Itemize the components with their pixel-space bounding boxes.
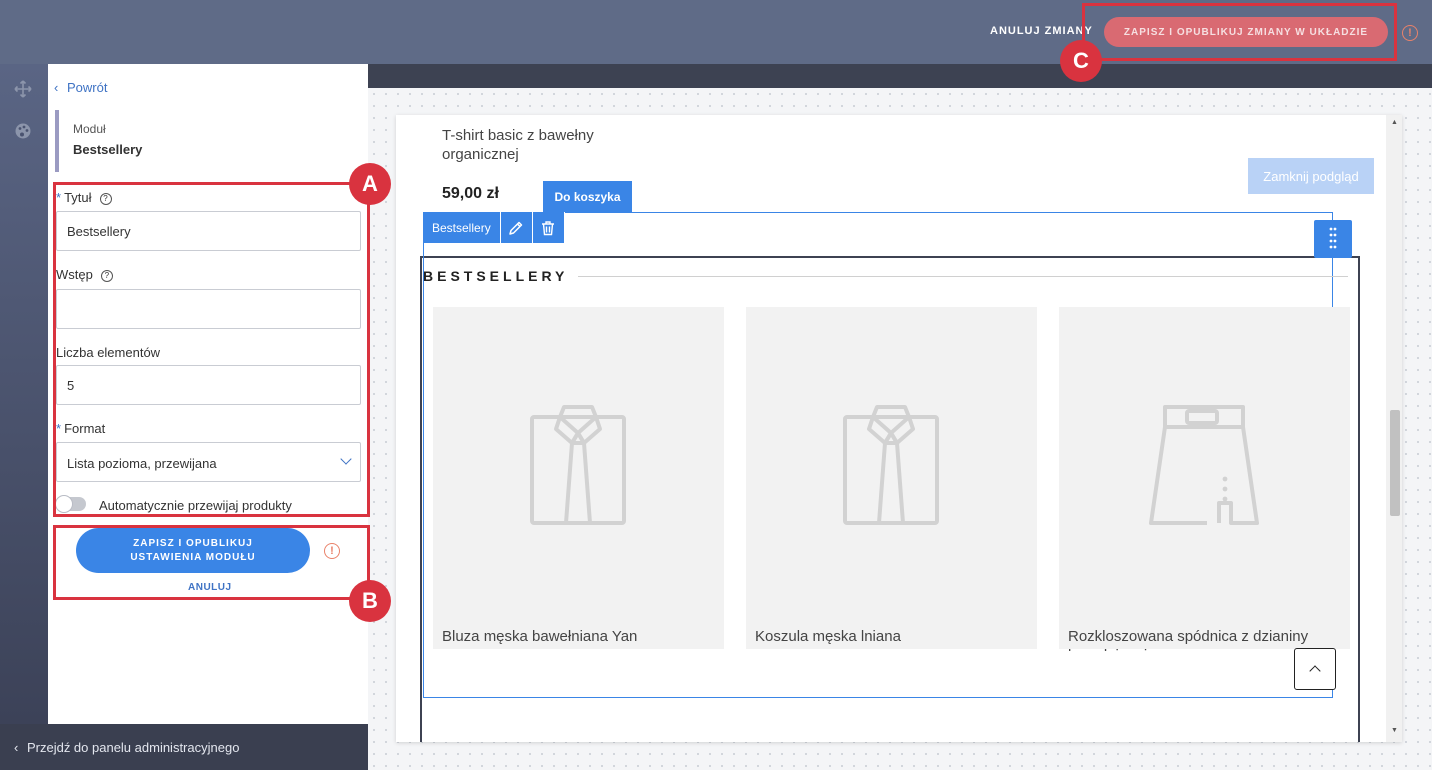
back-link-label: Powrót [66,80,108,95]
product-name[interactable]: Bluza męska bawełniana Yan [442,627,733,651]
callout-c-badge: C [1060,40,1102,82]
left-rail [0,64,48,724]
add-to-cart-button[interactable]: Do koszyka [543,181,632,212]
product-title: T-shirt basic z bawełny organicznej [442,127,594,163]
product-card[interactable] [746,307,1037,649]
move-icon[interactable] [14,80,32,98]
shirt-icon [530,405,626,525]
skirt-icon [1149,405,1259,525]
product-card[interactable] [1059,307,1350,649]
trash-icon[interactable] [532,212,565,243]
store-preview-page: T-shirt basic z bawełny organicznej 59,0… [396,115,1402,742]
close-preview-button[interactable]: Zamknij podgląd [1248,158,1374,194]
section-divider [578,276,1348,277]
scroll-up-button[interactable] [1294,648,1336,690]
product-price: 59,00 zł [442,185,499,202]
module-label: Moduł [73,122,106,136]
scroll-down-arrow-icon[interactable]: ▼ [1391,727,1398,734]
palette-icon[interactable] [14,122,32,140]
chevron-left-icon: ‹ [14,740,19,755]
module-toolbar: Bestsellery [423,212,565,243]
callout-a-badge: A [349,163,391,205]
callout-b-badge: B [349,580,391,622]
scroll-thumb[interactable] [1390,410,1400,516]
product-name[interactable]: Koszula męska lniana [755,627,1046,651]
scroll-up-arrow-icon[interactable]: ▲ [1391,119,1398,126]
chevron-left-icon: ‹ [54,80,59,95]
edit-icon[interactable] [500,212,533,243]
shirt-icon [843,405,939,525]
admin-panel-bar: ‹ Przejdź do panelu administracyjnego [0,724,368,770]
preview-header [368,64,1432,88]
preview-scrollbar[interactable]: ▲ ▼ [1386,115,1402,742]
product-card[interactable] [433,307,724,649]
module-tab[interactable]: Bestsellery [423,212,501,243]
drag-handle-icon[interactable] [1314,220,1352,258]
warning-icon[interactable]: ! [1402,25,1418,41]
module-info: Moduł Bestsellery [55,110,355,172]
cancel-changes-link[interactable]: ANULUJ ZMIANY [990,25,1093,37]
callout-b-frame [53,525,370,600]
admin-panel-link[interactable]: ‹ Przejdź do panelu administracyjnego [14,740,239,755]
back-link[interactable]: ‹ Powrót [54,80,107,95]
callout-a-frame [53,182,370,517]
section-title: BESTSELLERY [423,268,569,284]
chevron-up-icon [1309,665,1321,677]
module-name: Bestsellery [73,142,143,157]
callout-c-frame [1082,3,1397,61]
